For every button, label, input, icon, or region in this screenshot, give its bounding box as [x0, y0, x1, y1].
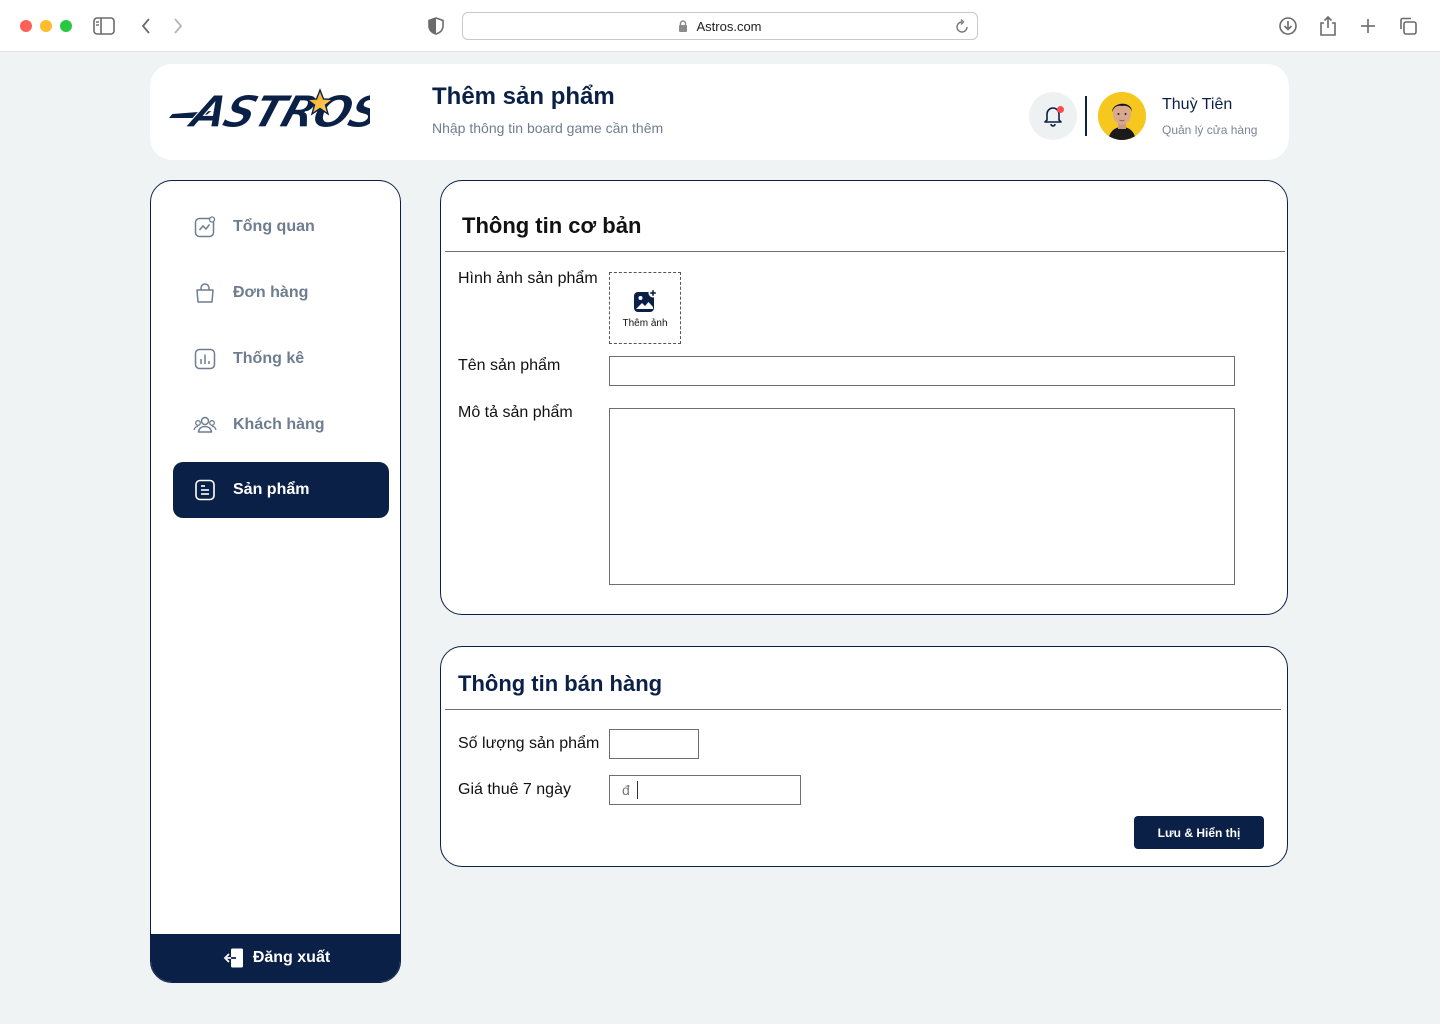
sidebar-item-products[interactable]: Sản phẩm [173, 462, 389, 518]
add-image-label: Thêm ảnh [622, 317, 668, 329]
document-icon [193, 478, 217, 502]
new-tab-icon[interactable] [1356, 14, 1380, 38]
logout-button[interactable]: Đăng xuất [151, 934, 400, 982]
sidebar: Tổng quan Đơn hàng Thống kê Khách hàng S… [150, 180, 401, 983]
user-role: Quản lý cửa hàng [1162, 123, 1258, 137]
sidebar-item-label: Sản phẩm [233, 481, 310, 498]
save-and-publish-button[interactable]: Lưu & Hiển thị [1134, 816, 1264, 849]
lock-icon [678, 20, 688, 32]
image-label: Hình ảnh sản phẩm [458, 270, 598, 287]
basic-info-card: Thông tin cơ bản Hình ảnh sản phẩm Thêm … [440, 180, 1288, 615]
basic-info-title: Thông tin cơ bản [462, 213, 642, 238]
logout-icon [223, 947, 245, 969]
price-input[interactable]: đ [609, 775, 801, 805]
sidebar-item-customers[interactable]: Khách hàng [173, 397, 389, 453]
divider [445, 709, 1281, 710]
reload-icon[interactable] [955, 18, 969, 37]
sidebar-toggle-icon[interactable] [92, 14, 116, 38]
quantity-label: Số lượng sản phẩm [458, 735, 600, 752]
astros-logo[interactable]: ASTROS [164, 78, 389, 138]
currency-symbol: đ [622, 782, 630, 798]
sales-info-title: Thông tin bán hàng [458, 671, 663, 696]
chart-trend-icon [193, 215, 217, 239]
tab-overview-icon[interactable] [1396, 14, 1420, 38]
header-divider [1085, 96, 1087, 136]
download-icon[interactable] [1276, 14, 1300, 38]
page-subtitle: Nhập thông tin board game cần thêm [432, 120, 664, 136]
users-icon [193, 413, 217, 437]
user-name: Thuỳ Tiên [1162, 96, 1233, 113]
sidebar-item-label: Thống kê [233, 350, 305, 367]
notification-dot [1057, 106, 1064, 113]
address-bar[interactable]: Astros.com [462, 12, 978, 40]
price-label: Giá thuê 7 ngày [458, 781, 571, 798]
share-icon[interactable] [1316, 14, 1340, 38]
divider [445, 251, 1285, 252]
product-description-input[interactable] [609, 408, 1235, 585]
page-header: ASTROS Thêm sản phẩm Nhập thông tin boar… [150, 64, 1289, 160]
minimize-window-button[interactable] [40, 20, 52, 32]
add-image-button[interactable]: Thêm ảnh [609, 272, 681, 344]
product-name-input[interactable] [609, 356, 1235, 386]
sidebar-item-orders[interactable]: Đơn hàng [173, 265, 389, 321]
sidebar-item-statistics[interactable]: Thống kê [173, 331, 389, 387]
sidebar-item-label: Tổng quan [233, 218, 315, 235]
maximize-window-button[interactable] [60, 20, 72, 32]
close-window-button[interactable] [20, 20, 32, 32]
notification-button[interactable] [1029, 92, 1077, 140]
avatar[interactable] [1098, 92, 1146, 140]
shield-icon[interactable] [424, 14, 448, 38]
logout-label: Đăng xuất [252, 949, 331, 966]
text-caret [636, 781, 638, 799]
description-label: Mô tả sản phẩm [458, 404, 573, 421]
name-label: Tên sản phẩm [458, 357, 561, 374]
page-title: Thêm sản phẩm [432, 83, 615, 110]
add-image-icon [634, 288, 658, 312]
bar-chart-icon [193, 347, 217, 371]
quantity-input[interactable] [609, 729, 699, 759]
sidebar-item-overview[interactable]: Tổng quan [173, 199, 389, 255]
sidebar-item-label: Khách hàng [233, 416, 325, 433]
browser-toolbar: Astros.com [0, 0, 1440, 52]
back-icon[interactable] [134, 14, 158, 38]
sales-info-card: Thông tin bán hàng Số lượng sản phẩm Giá… [440, 646, 1288, 867]
forward-icon[interactable] [166, 14, 190, 38]
svg-text:ASTROS: ASTROS [182, 86, 370, 134]
url-text: Astros.com [696, 18, 762, 34]
sidebar-item-label: Đơn hàng [233, 284, 309, 301]
shopping-bag-icon [193, 281, 217, 305]
